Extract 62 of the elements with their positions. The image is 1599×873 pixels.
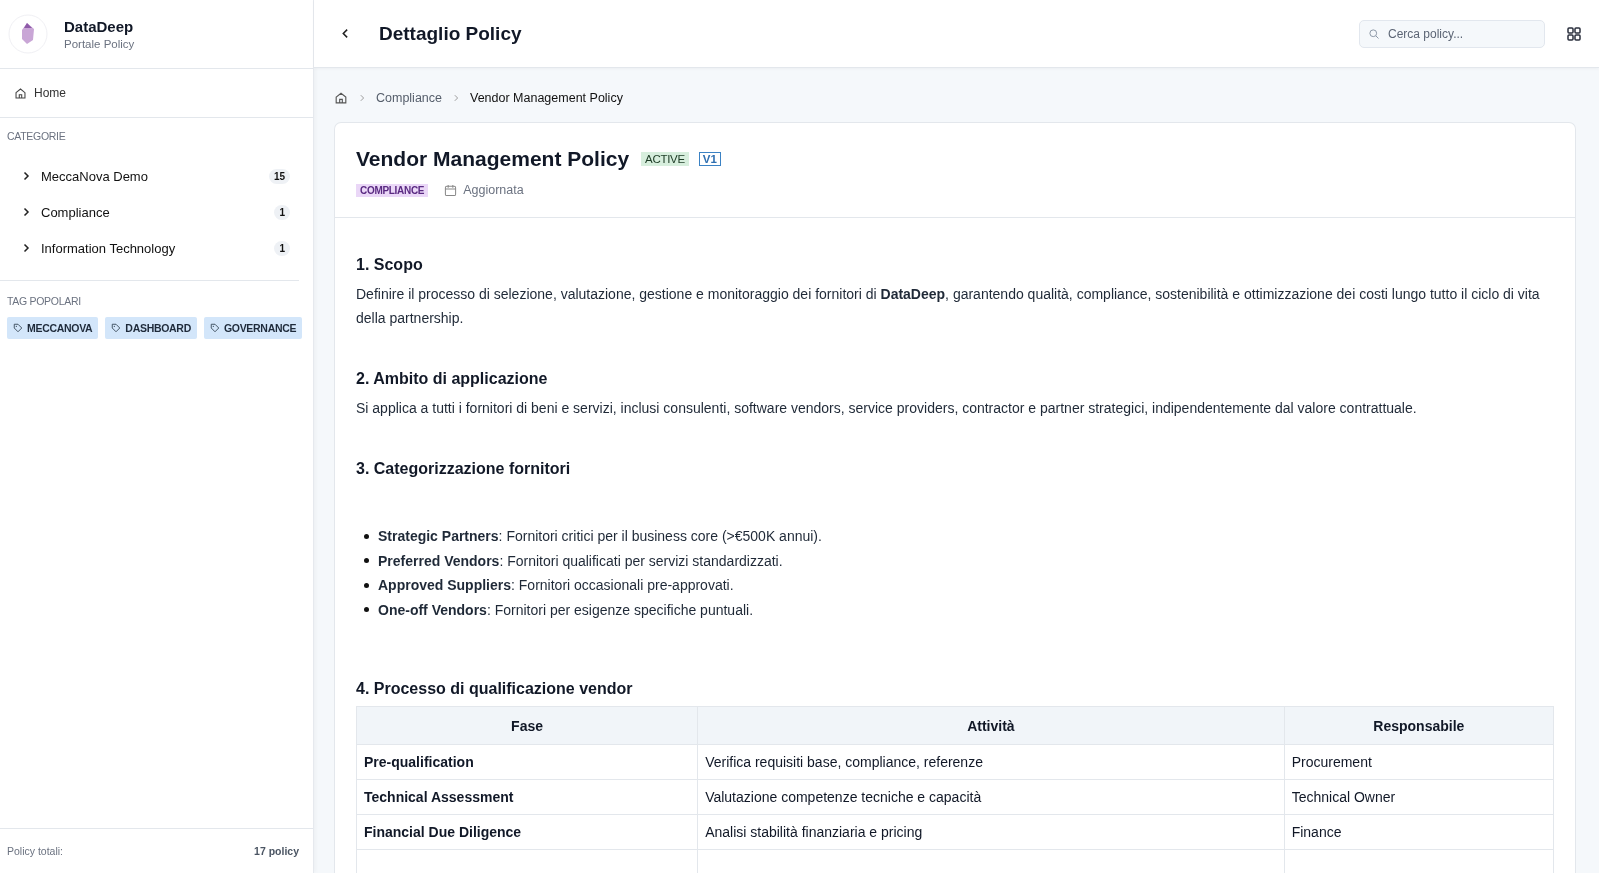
brand-name: DataDeep bbox=[64, 18, 135, 35]
search-icon bbox=[1368, 27, 1380, 40]
list-item: Strategic Partners: Fornitori critici per il business core (>€500K annui). bbox=[378, 527, 822, 546]
table-cell: Procurement bbox=[1284, 744, 1554, 780]
bullet-icon bbox=[364, 582, 369, 588]
tag-icon bbox=[13, 323, 23, 333]
tag-chip[interactable]: DASHBOARD bbox=[105, 317, 197, 339]
table-cell: Technical Owner bbox=[1284, 779, 1554, 815]
column-header: Responsabile bbox=[1284, 706, 1554, 745]
version-badge: V1 bbox=[698, 152, 721, 166]
section-title: CATEGORIE bbox=[7, 130, 67, 142]
table-cell: Technical Assessment bbox=[356, 779, 698, 815]
table-cell: Verifica requisiti base, compliance, referenze bbox=[697, 744, 1285, 780]
count-badge: 1 bbox=[274, 204, 290, 220]
bullet-icon bbox=[364, 533, 369, 539]
section-heading: 3. Categorizzazione fornitori bbox=[356, 460, 572, 478]
breadcrumb-item[interactable]: Compliance bbox=[376, 91, 442, 105]
footer-value: 17 policy bbox=[254, 845, 299, 857]
footer-label: Policy totali: bbox=[7, 845, 64, 857]
tag-chip[interactable]: GOVERNANCE bbox=[203, 317, 303, 339]
search-field[interactable]: Cerca policy... bbox=[1359, 19, 1545, 48]
chevron-icon bbox=[358, 94, 366, 102]
list-item: One-off Vendors: Fornitori per esigenze specifiche puntuali. bbox=[378, 600, 754, 620]
updated-label: Aggiornata bbox=[463, 183, 524, 197]
home-icon[interactable] bbox=[334, 91, 348, 105]
count-badge: 15 bbox=[268, 168, 290, 184]
paragraph: Definire il processo di selezione, valutazione, gestione e monitoraggio dei fornitori di DataDeep, garantendo qualità, compliance, sostenibilità e ottimizzazione dei costi lungo tutto il ciclo di vita della partnership. bbox=[356, 285, 1541, 328]
section-heading: 1. Scopo bbox=[356, 256, 424, 274]
table-cell: Financial Due Diligence bbox=[356, 814, 698, 850]
page-title: Dettaglio Policy bbox=[379, 22, 522, 45]
logo-icon bbox=[8, 14, 48, 54]
brand-subtitle: Portale Policy bbox=[64, 38, 135, 50]
list-item: Approved Suppliers: Fornitori occasionali pre-approvati. bbox=[378, 576, 734, 595]
bullet-icon bbox=[364, 607, 369, 613]
list-item: Preferred Vendors: Fornitori qualificati per servizi standardizzati. bbox=[378, 551, 783, 571]
paragraph: Si applica a tutti i fornitori di beni e servizi, inclusi consulenti, software vendors, service providers, contractor e partner strategici, indipendentemente dal valore contrattuale. bbox=[356, 399, 1418, 418]
category-item[interactable]: Information Technology 1 bbox=[7, 230, 292, 266]
tag-chip[interactable]: MECCANOVA bbox=[7, 317, 99, 339]
home-icon bbox=[14, 86, 27, 100]
section-heading: 4. Processo di qualificazione vendor bbox=[356, 680, 634, 698]
table-cell: Pre-qualification bbox=[356, 744, 698, 780]
table-cell: Analisi stabilità finanziaria e pricing bbox=[697, 814, 1285, 850]
tag-icon bbox=[111, 323, 122, 333]
bullet-icon bbox=[364, 558, 369, 564]
chevron-icon bbox=[452, 94, 460, 102]
breadcrumb-item: Vendor Management Policy bbox=[470, 91, 623, 105]
status-badge: ACTIVE bbox=[641, 152, 689, 166]
policy-title: Vendor Management Policy bbox=[356, 147, 630, 171]
section-title: TAG POPOLARI bbox=[7, 295, 82, 307]
column-header: Fase bbox=[356, 706, 698, 745]
column-header: Attività bbox=[697, 706, 1285, 745]
grid-icon[interactable] bbox=[1567, 26, 1581, 41]
category-item[interactable]: MeccaNova Demo 15 bbox=[7, 158, 292, 194]
section-heading: 2. Ambito di applicazione bbox=[356, 370, 549, 388]
tag-icon bbox=[209, 323, 220, 333]
table-cell: Valutazione competenze tecniche e capacità bbox=[697, 779, 1285, 815]
home-link[interactable]: Home bbox=[14, 86, 66, 100]
count-badge: 1 bbox=[274, 240, 290, 256]
category-badge: COMPLIANCE bbox=[356, 183, 429, 197]
category-item[interactable]: Compliance 1 bbox=[7, 194, 292, 230]
table-cell: Finance bbox=[1284, 814, 1554, 850]
calendar-icon bbox=[444, 183, 458, 197]
